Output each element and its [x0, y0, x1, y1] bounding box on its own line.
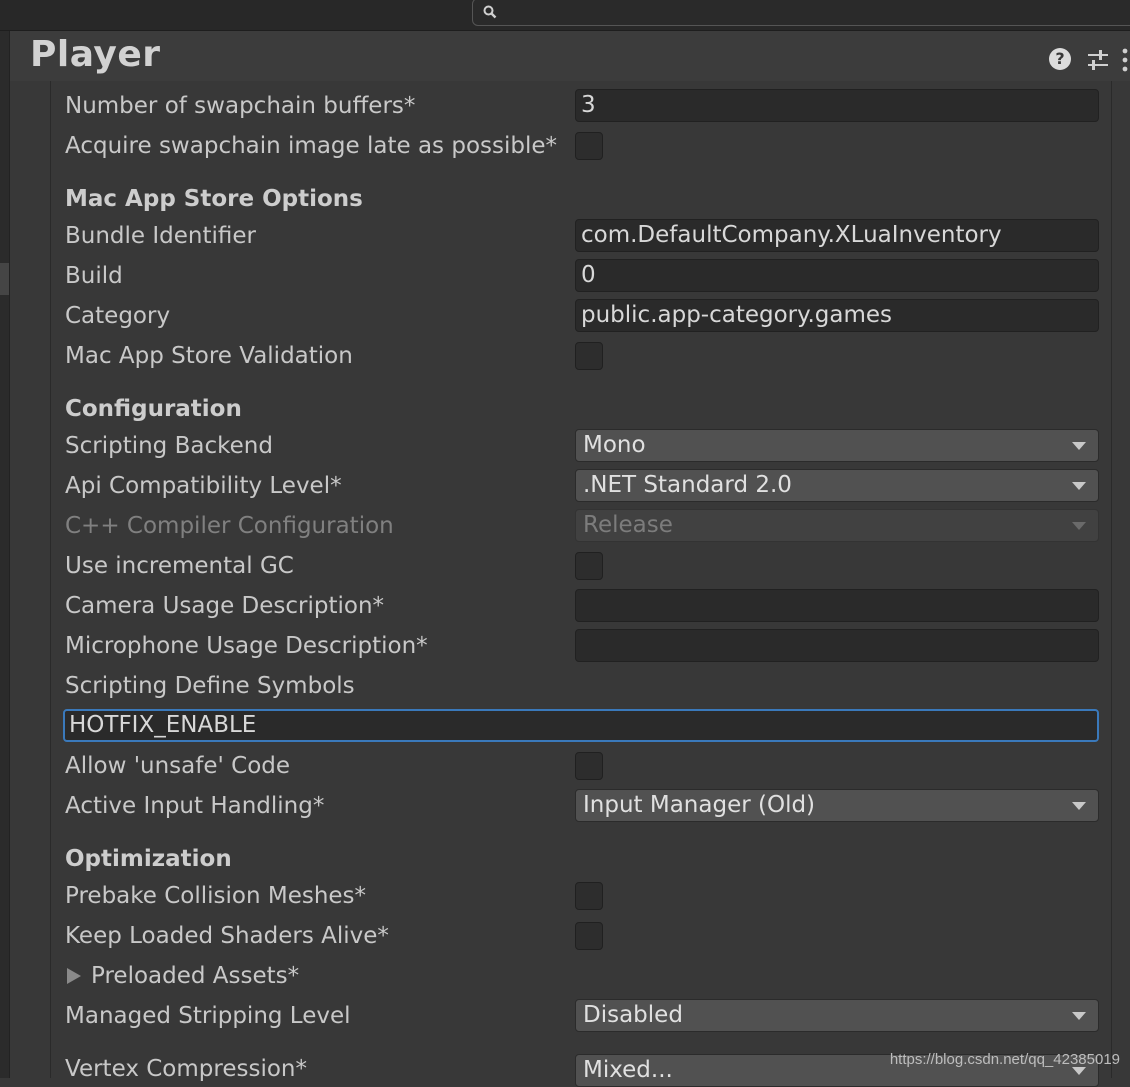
keep-shaders-checkbox[interactable]: [575, 922, 603, 950]
keep-shaders-label: Keep Loaded Shaders Alive*: [65, 923, 389, 949]
top-toolbar: [0, 0, 1130, 31]
swapchain-buffers-label: Number of swapchain buffers*: [65, 93, 416, 119]
prebake-collision-label: Prebake Collision Meshes*: [65, 883, 367, 909]
watermark: https://blog.csdn.net/qq_42385019: [889, 1051, 1120, 1068]
input-handling-dropdown[interactable]: Input Manager (Old): [575, 789, 1099, 822]
optimization-section: Optimization: [65, 846, 232, 872]
stripping-level-label: Managed Stripping Level: [65, 1003, 351, 1029]
input-handling-label: Active Input Handling*: [65, 793, 325, 819]
mac-validation-checkbox[interactable]: [575, 342, 603, 370]
foldout-arrow-icon[interactable]: [67, 968, 81, 984]
api-level-value: .NET Standard 2.0: [583, 472, 792, 498]
scripting-backend-value: Mono: [583, 432, 646, 458]
cpp-compiler-dropdown: Release: [575, 509, 1099, 542]
bundle-identifier-field[interactable]: com.DefaultCompany.XLuaInventory: [575, 219, 1099, 252]
cpp-compiler-label: C++ Compiler Configuration: [65, 513, 394, 539]
chevron-down-icon: [1072, 1012, 1086, 1020]
api-level-label: Api Compatibility Level*: [65, 473, 342, 499]
chevron-down-icon: [1072, 442, 1086, 450]
incremental-gc-checkbox[interactable]: [575, 552, 603, 580]
player-settings-panel: Number of swapchain buffers* 3 Acquire s…: [50, 81, 1112, 1087]
configuration-section: Configuration: [65, 396, 242, 422]
camera-usage-field[interactable]: [575, 589, 1099, 622]
search-icon: [483, 5, 497, 19]
left-panel-marker: [0, 263, 9, 295]
mac-app-store-section: Mac App Store Options: [65, 186, 363, 212]
chevron-down-icon: [1072, 1067, 1086, 1075]
help-icon[interactable]: ?: [1049, 48, 1071, 70]
api-level-dropdown[interactable]: .NET Standard 2.0: [575, 469, 1099, 502]
incremental-gc-label: Use incremental GC: [65, 553, 294, 579]
scripting-backend-label: Scripting Backend: [65, 433, 273, 459]
define-symbols-label: Scripting Define Symbols: [65, 673, 355, 699]
camera-usage-label: Camera Usage Description*: [65, 593, 385, 619]
stripping-level-dropdown[interactable]: Disabled: [575, 999, 1099, 1032]
settings-icon[interactable]: [1086, 49, 1110, 71]
search-input[interactable]: [472, 0, 1130, 26]
category-label: Category: [65, 303, 171, 329]
acquire-swapchain-label: Acquire swapchain image late as possible…: [65, 133, 558, 159]
more-icon[interactable]: [1120, 45, 1130, 75]
cpp-compiler-value: Release: [583, 512, 673, 538]
chevron-down-icon: [1072, 522, 1086, 530]
left-panel-edge: [0, 31, 10, 1078]
prebake-collision-checkbox[interactable]: [575, 882, 603, 910]
input-handling-value: Input Manager (Old): [583, 792, 816, 818]
swapchain-buffers-field[interactable]: 3: [575, 89, 1099, 122]
bundle-identifier-label: Bundle Identifier: [65, 223, 256, 249]
category-field[interactable]: public.app-category.games: [575, 299, 1099, 332]
chevron-down-icon: [1072, 482, 1086, 490]
inspector-header: Player ?: [10, 31, 1130, 81]
build-label: Build: [65, 263, 123, 289]
unsafe-code-checkbox[interactable]: [575, 752, 603, 780]
mac-validation-label: Mac App Store Validation: [65, 343, 353, 369]
chevron-down-icon: [1072, 802, 1086, 810]
vertex-compression-label: Vertex Compression*: [65, 1056, 307, 1082]
microphone-usage-field[interactable]: [575, 629, 1099, 662]
preloaded-assets-label[interactable]: Preloaded Assets*: [91, 962, 299, 990]
vertex-compression-value: Mixed...: [583, 1057, 673, 1083]
build-field[interactable]: 0: [575, 259, 1099, 292]
unsafe-code-label: Allow 'unsafe' Code: [65, 753, 291, 779]
microphone-usage-label: Microphone Usage Description*: [65, 633, 428, 659]
acquire-swapchain-checkbox[interactable]: [575, 132, 603, 160]
scripting-backend-dropdown[interactable]: Mono: [575, 429, 1099, 462]
stripping-level-value: Disabled: [583, 1002, 683, 1028]
page-title: Player: [30, 34, 161, 75]
define-symbols-field[interactable]: HOTFIX_ENABLE: [63, 709, 1099, 742]
